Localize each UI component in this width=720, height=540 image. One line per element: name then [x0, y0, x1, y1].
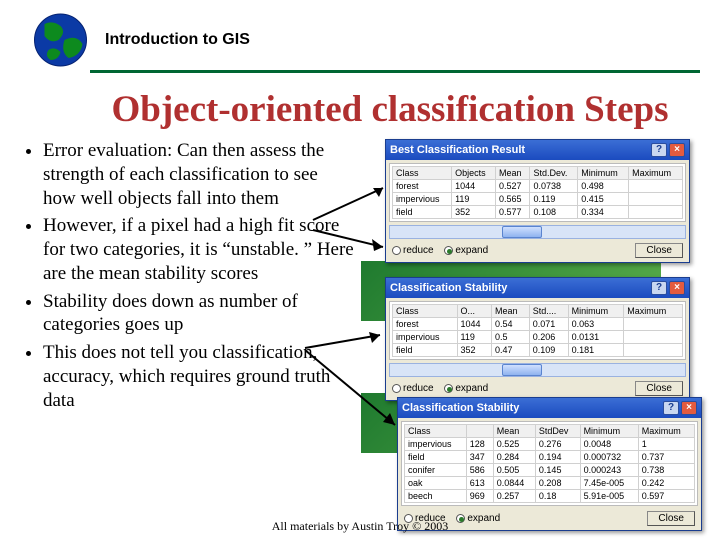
bullet-item: This does not tell you classification, a… — [43, 341, 355, 412]
close-icon[interactable]: × — [669, 143, 685, 157]
close-button[interactable]: Close — [635, 243, 683, 258]
close-icon[interactable]: × — [669, 281, 685, 295]
slide-title: Object-oriented classification Steps — [60, 88, 720, 131]
table-row: oak6130.08440.2087.45e-0050.242 — [405, 477, 695, 490]
window-best-classification: Best Classification Result ? × ClassObje… — [385, 139, 690, 263]
window-title: Classification Stability — [390, 282, 507, 294]
table-row: conifer5860.5050.1450.0002430.738 — [405, 464, 695, 477]
radio-expand[interactable]: expand — [444, 383, 488, 394]
screenshots-panel: Best Classification Result ? × ClassObje… — [355, 139, 712, 416]
radio-expand[interactable]: expand — [444, 245, 488, 256]
table-row: impervious1190.5650.1190.415 — [393, 193, 683, 206]
table-row: forest10440.5270.07380.498 — [393, 180, 683, 193]
bullet-item: Error evaluation: Can then assess the st… — [43, 139, 355, 210]
globe-icon — [30, 10, 95, 70]
table-row: field3470.2840.1940.0007320.737 — [405, 451, 695, 464]
course-title: Introduction to GIS — [105, 31, 250, 49]
radio-reduce[interactable]: reduce — [392, 383, 434, 394]
window-title: Best Classification Result — [390, 144, 525, 156]
table-row: beech9690.2570.185.91e-0050.597 — [405, 490, 695, 503]
table-row: forest10440.540.0710.063 — [393, 318, 683, 331]
scrollbar[interactable] — [389, 225, 686, 239]
close-button[interactable]: Close — [635, 381, 683, 396]
table-row: impervious1190.50.2060.0131 — [393, 331, 683, 344]
window-stability-1: Classification Stability ? × ClassO... M… — [385, 277, 690, 401]
help-icon[interactable]: ? — [663, 401, 679, 415]
window-title: Classification Stability — [402, 402, 519, 414]
radio-reduce[interactable]: reduce — [392, 245, 434, 256]
footer-text: All materials by Austin Troy © 2003 — [0, 519, 720, 534]
table-row: field3520.5770.1080.334 — [393, 206, 683, 219]
data-table: ClassObjects MeanStd.Dev. MinimumMaximum… — [392, 166, 683, 219]
titlebar[interactable]: Classification Stability ? × — [398, 398, 701, 418]
window-stability-2: Classification Stability ? × Class MeanS… — [397, 397, 702, 531]
data-table: Class MeanStdDev MinimumMaximum impervio… — [404, 424, 695, 503]
table-row: impervious1280.5250.2760.00481 — [405, 438, 695, 451]
scrollbar[interactable] — [389, 363, 686, 377]
table-row: field3520.470.1090.181 — [393, 344, 683, 357]
help-icon[interactable]: ? — [651, 143, 667, 157]
header-divider — [90, 70, 700, 73]
help-icon[interactable]: ? — [651, 281, 667, 295]
bullet-item: However, if a pixel had a high fit score… — [43, 214, 355, 285]
bullet-list: Error evaluation: Can then assess the st… — [15, 139, 355, 416]
close-icon[interactable]: × — [681, 401, 697, 415]
bullet-item: Stability does down as number of categor… — [43, 290, 355, 338]
data-table: ClassO... MeanStd.... MinimumMaximum for… — [392, 304, 683, 357]
titlebar[interactable]: Classification Stability ? × — [386, 278, 689, 298]
titlebar[interactable]: Best Classification Result ? × — [386, 140, 689, 160]
